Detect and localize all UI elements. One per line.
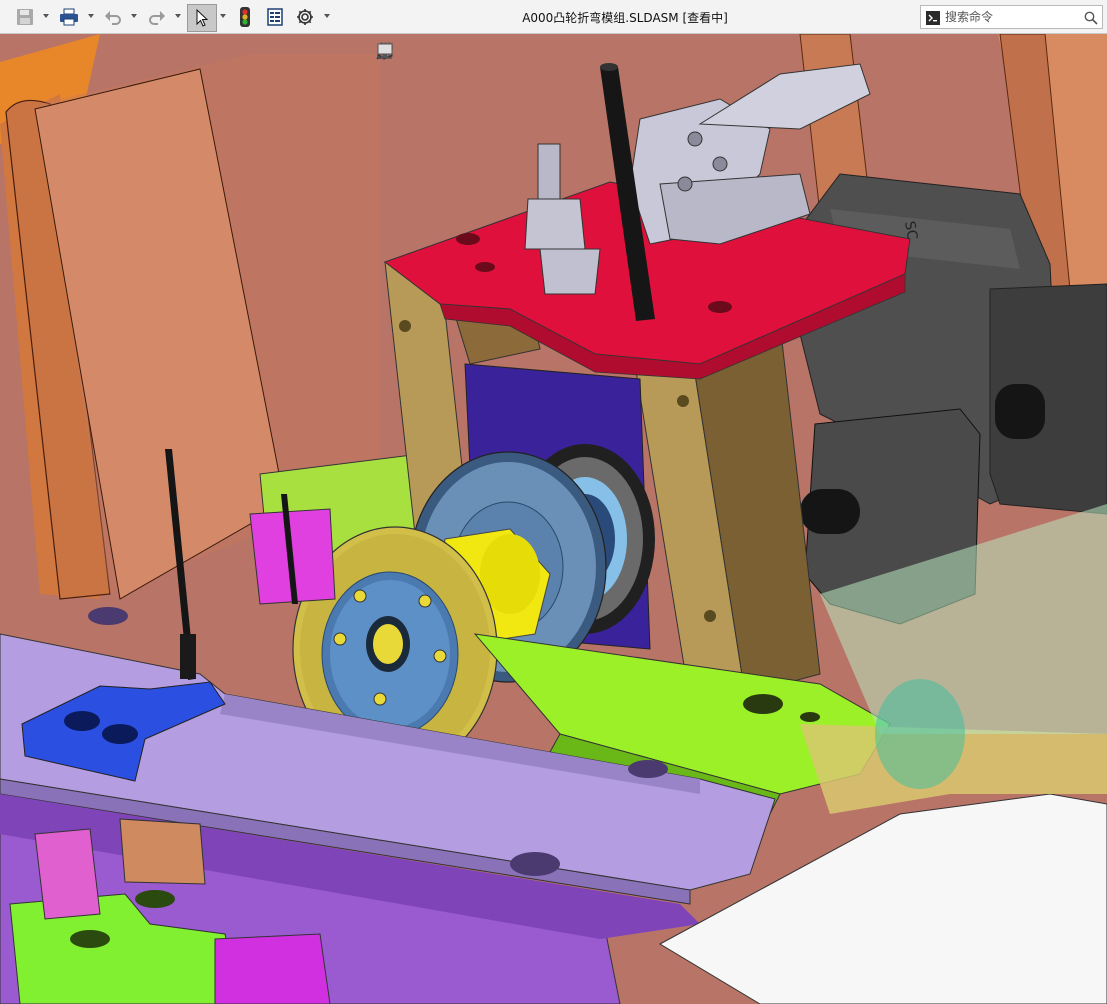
file-properties-icon[interactable] [264,5,286,29]
graphics-area[interactable]: SC [0,34,1107,1004]
print-dropdown-icon[interactable] [88,14,94,18]
undo-icon[interactable] [102,5,124,29]
previous-view-icon[interactable] [378,42,450,64]
redo-icon[interactable] [146,5,168,29]
gear-icon[interactable] [294,5,316,29]
print-icon[interactable] [58,5,80,29]
view-orientation-icon[interactable] [377,42,502,64]
search-box[interactable] [920,5,1103,29]
hide-show-icon[interactable] [377,42,562,64]
select-cursor-icon[interactable] [187,4,217,32]
apply-scene-icon[interactable] [378,42,614,64]
quick-access-toolbar: A000凸轮折弯模组.SLDASM [查看中] [0,0,1107,34]
3d-assembly-model[interactable]: SC [0,34,1107,1004]
edit-appearance-icon[interactable] [379,42,588,64]
search-input[interactable] [945,8,1075,26]
save-dropdown-icon[interactable] [43,14,49,18]
zoom-to-area-icon[interactable] [376,42,424,64]
select-dropdown-icon[interactable] [220,14,226,18]
window-title: A000凸轮折弯模组.SLDASM [查看中] [522,11,728,25]
section-view-icon[interactable] [377,42,476,64]
options-dropdown-icon[interactable] [324,14,330,18]
save-icon[interactable] [14,5,36,29]
traffic-light-icon[interactable] [234,5,256,29]
undo-dropdown-icon[interactable] [131,14,137,18]
heads-up-view-toolbar [376,42,644,64]
redo-dropdown-icon[interactable] [175,14,181,18]
command-prompt-icon [926,10,940,29]
search-icon[interactable] [1084,10,1098,29]
view-settings-icon[interactable] [377,42,644,64]
display-style-icon[interactable] [377,42,536,64]
